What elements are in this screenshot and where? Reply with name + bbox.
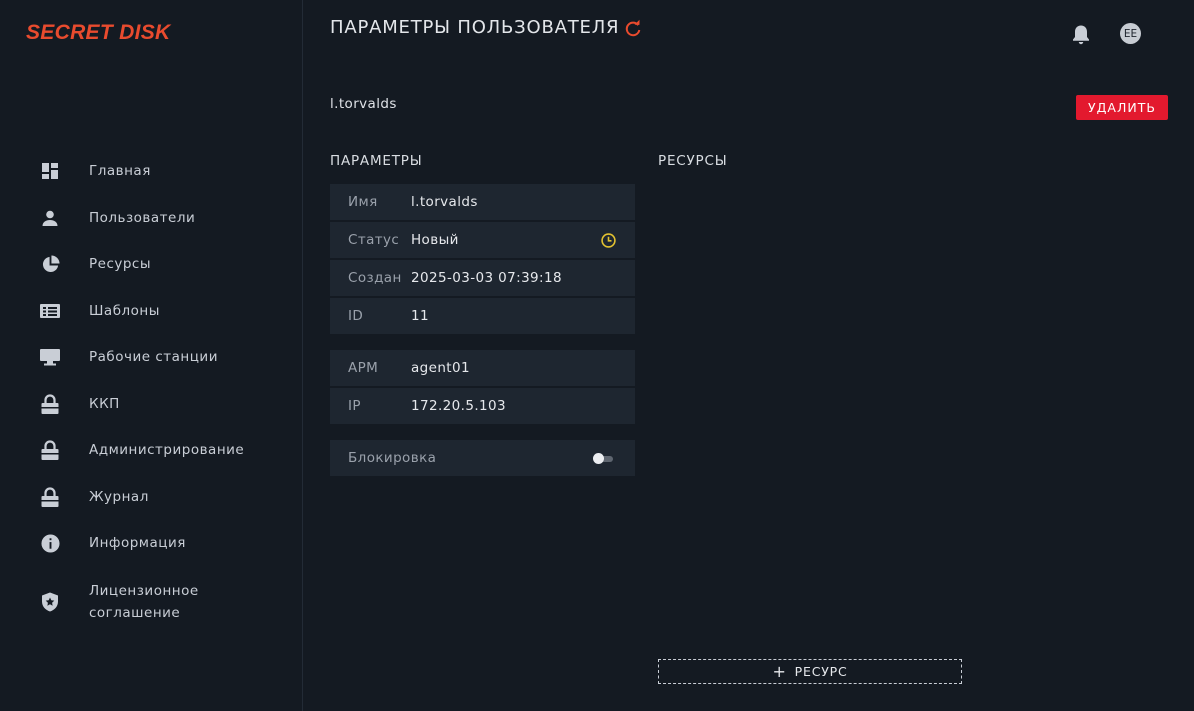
avatar[interactable]: EE [1120, 23, 1141, 44]
lock-icon [40, 440, 60, 461]
params-table: Имя l.torvalds Статус Новый Создан 2025-… [330, 184, 635, 478]
sidebar-item-administration[interactable]: Администрирование [0, 427, 302, 474]
sidebar-item-resources[interactable]: Ресурсы [0, 241, 302, 288]
resources-section-title: РЕСУРСЫ [658, 153, 728, 169]
user-login: l.torvalds [330, 96, 397, 112]
lock-icon [40, 487, 60, 507]
sidebar-item-kkp[interactable]: ККП [0, 381, 302, 428]
delete-button[interactable]: УДАЛИТЬ [1076, 95, 1168, 120]
sidebar-item-label: Информация [89, 535, 186, 552]
page-title: ПАРАМЕТРЫ ПОЛЬЗОВАТЕЛЯ [330, 17, 620, 38]
sidebar-item-label: Главная [89, 163, 151, 180]
sidebar: SECRET DISK Главная Пользователи Ресурсы… [0, 0, 303, 711]
sidebar-item-label: Рабочие станции [89, 349, 218, 366]
param-label: Статус [348, 232, 400, 248]
param-value: 11 [411, 308, 429, 324]
param-label: IP [348, 398, 361, 414]
param-label: ID [348, 308, 364, 324]
sidebar-item-label: Лицензионное соглашение [89, 582, 199, 621]
sidebar-item-home[interactable]: Главная [0, 148, 302, 195]
sidebar-item-label: Администрирование [89, 442, 245, 459]
lock-icon [40, 394, 60, 414]
monitor-icon [40, 347, 60, 367]
param-value: 2025-03-03 07:39:18 [411, 270, 562, 286]
main-content: ПАРАМЕТРЫ ПОЛЬЗОВАТЕЛЯ EE l.torvalds УДА… [303, 0, 1194, 711]
refresh-icon[interactable] [623, 19, 643, 39]
sidebar-item-workstations[interactable]: Рабочие станции [0, 334, 302, 381]
param-row-created: Создан 2025-03-03 07:39:18 [330, 260, 635, 296]
pie-chart-icon [40, 254, 60, 274]
param-row-name: Имя l.torvalds [330, 184, 635, 220]
dashboard-icon [40, 161, 60, 181]
param-row-lock: Блокировка [330, 440, 635, 476]
param-row-ip: IP 172.20.5.103 [330, 388, 635, 424]
sidebar-item-label: ККП [89, 395, 120, 412]
person-icon [40, 208, 60, 228]
params-section-title: ПАРАМЕТРЫ [330, 153, 423, 169]
sidebar-item-info[interactable]: Информация [0, 520, 302, 567]
param-label: Имя [348, 194, 378, 210]
param-row-status: Статус Новый [330, 222, 635, 258]
sidebar-item-templates[interactable]: Шаблоны [0, 288, 302, 335]
add-resource-label: РЕСУРС [794, 664, 848, 679]
clock-icon [601, 233, 616, 248]
app-logo[interactable]: SECRET DISK [26, 21, 171, 45]
template-icon [40, 301, 60, 321]
toggle-knob [593, 453, 604, 464]
lock-toggle[interactable] [593, 453, 613, 464]
plus-icon: + [772, 661, 787, 681]
sidebar-item-label: Журнал [89, 488, 149, 505]
param-value: 172.20.5.103 [411, 398, 506, 414]
param-row-arm: АРМ agent01 [330, 350, 635, 386]
sidebar-item-label: Ресурсы [89, 256, 152, 273]
param-value: agent01 [411, 360, 470, 376]
param-label: АРМ [348, 360, 379, 376]
add-resource-button[interactable]: + РЕСУРС [658, 659, 962, 684]
sidebar-item-journal[interactable]: Журнал [0, 474, 302, 521]
param-label: Блокировка [348, 450, 437, 466]
param-row-id: ID 11 [330, 298, 635, 334]
param-value: l.torvalds [411, 194, 478, 210]
param-value: Новый [411, 232, 459, 248]
sidebar-item-license[interactable]: Лицензионное соглашение [0, 567, 302, 637]
info-icon [40, 533, 60, 553]
sidebar-item-users[interactable]: Пользователи [0, 195, 302, 242]
sidebar-item-label: Пользователи [89, 209, 196, 226]
sidebar-item-label: Шаблоны [89, 302, 160, 319]
param-label: Создан [348, 270, 402, 286]
bell-icon[interactable] [1071, 24, 1091, 46]
sidebar-nav: Главная Пользователи Ресурсы Шаблоны Раб… [0, 148, 302, 637]
shield-icon [40, 592, 60, 612]
